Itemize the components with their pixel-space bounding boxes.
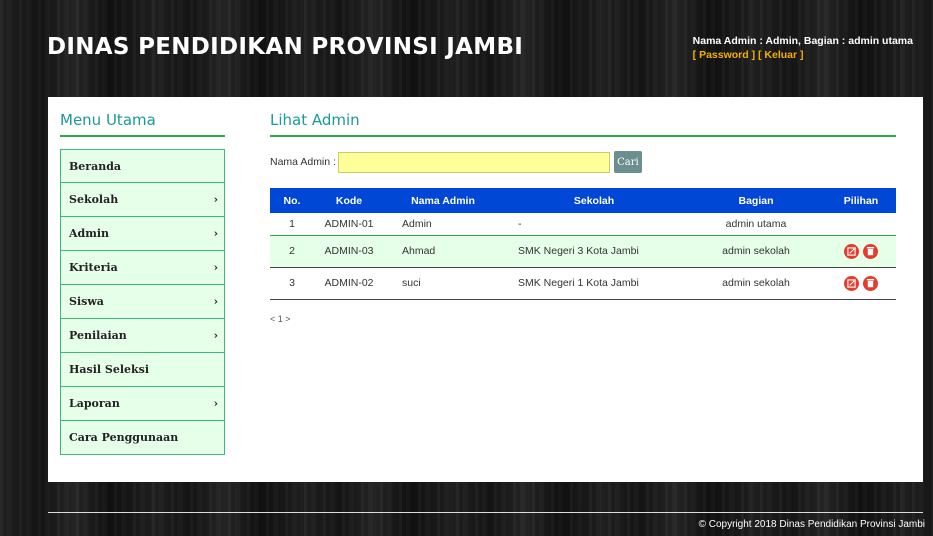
copyright-text: © Copyright 2018 Dinas Pendidikan Provin… xyxy=(698,519,925,530)
cell-pilihan xyxy=(826,267,896,300)
sidebar-item-label: Admin xyxy=(69,227,110,240)
cell-sekolah: SMK Negeri 3 Kota Jambi xyxy=(502,235,686,268)
table-row: 3 ADMIN-02 suci SMK Negeri 1 Kota Jambi … xyxy=(270,267,896,300)
column-header-nama: Nama Admin xyxy=(411,194,475,207)
sidebar-item-kriteria[interactable]: Kriteria › xyxy=(60,251,225,285)
search-button[interactable]: Cari xyxy=(613,151,642,173)
edit-icon[interactable] xyxy=(844,243,859,259)
column-header-sekolah: Sekolah xyxy=(573,194,615,207)
search-input[interactable] xyxy=(337,151,610,173)
cell-bagian: admin utama xyxy=(686,213,826,236)
cell-sekolah: - xyxy=(502,213,686,236)
row-actions xyxy=(844,275,878,291)
sidebar-item-penilaian[interactable]: Penilaian › xyxy=(60,319,225,353)
cell-no: 3 xyxy=(270,267,314,300)
main-content: Lihat Admin Nama Admin : Cari No. Kode N… xyxy=(270,111,896,324)
sidebar-item-label: Kriteria xyxy=(69,261,118,274)
password-link[interactable]: [ Password ] xyxy=(693,49,755,61)
sidebar-item-hasil-seleksi[interactable]: Hasil Seleksi xyxy=(60,353,225,387)
column-header-bagian: Bagian xyxy=(738,194,774,207)
cell-kode: ADMIN-01 xyxy=(314,213,384,236)
footer-divider xyxy=(48,512,923,513)
sidebar: Menu Utama Beranda Sekolah › Admin › Kri… xyxy=(60,111,225,455)
row-actions xyxy=(844,243,878,259)
page-title: Lihat Admin xyxy=(270,111,896,137)
search-form: Nama Admin : Cari xyxy=(270,151,896,173)
cell-pilihan xyxy=(826,213,896,236)
table-row: 1 ADMIN-01 Admin - admin utama xyxy=(270,213,896,236)
chevron-right-icon: › xyxy=(213,329,218,342)
table-row: 2 ADMIN-03 Ahmad SMK Negeri 3 Kota Jambi… xyxy=(270,235,896,268)
edit-icon[interactable] xyxy=(844,275,859,291)
sidebar-item-label: Siswa xyxy=(69,295,104,308)
cell-bagian: admin sekolah xyxy=(686,235,826,268)
search-label: Nama Admin : xyxy=(270,156,336,168)
chevron-right-icon: › xyxy=(213,261,218,274)
chevron-right-icon: › xyxy=(213,227,218,240)
cell-pilihan xyxy=(826,235,896,268)
sidebar-item-cara-penggunaan[interactable]: Cara Penggunaan xyxy=(60,421,225,455)
admin-info-text: Nama Admin : Admin, Bagian : admin utama xyxy=(692,35,913,47)
pagination[interactable]: < 1 > xyxy=(270,314,896,324)
cell-no: 1 xyxy=(270,213,314,236)
sidebar-item-admin[interactable]: Admin › xyxy=(60,217,225,251)
sidebar-item-label: Penilaian xyxy=(69,329,127,342)
chevron-right-icon: › xyxy=(213,193,218,206)
content-panel: Menu Utama Beranda Sekolah › Admin › Kri… xyxy=(48,97,923,482)
cell-nama: Ahmad xyxy=(384,235,502,268)
cell-nama: suci xyxy=(384,267,502,300)
chevron-right-icon: › xyxy=(213,295,218,308)
site-title: DINAS PENDIDIKAN PROVINSI JAMBI xyxy=(47,34,524,60)
admin-table: No. Kode Nama Admin Sekolah Bagian Pilih… xyxy=(270,188,896,300)
sidebar-item-siswa[interactable]: Siswa › xyxy=(60,285,225,319)
sidebar-item-label: Cara Penggunaan xyxy=(69,431,179,444)
sidebar-item-label: Hasil Seleksi xyxy=(69,363,150,376)
chevron-right-icon: › xyxy=(213,397,218,410)
cell-bagian: admin sekolah xyxy=(686,267,826,300)
delete-icon[interactable] xyxy=(863,275,878,291)
cell-nama: Admin xyxy=(384,213,502,236)
sidebar-item-sekolah[interactable]: Sekolah › xyxy=(60,183,225,217)
header-links: [ Password ] [ Keluar ] xyxy=(693,49,913,61)
sidebar-item-beranda[interactable]: Beranda xyxy=(60,149,225,183)
cell-kode: ADMIN-03 xyxy=(314,235,384,268)
admin-info: Nama Admin : Admin, Bagian : admin utama… xyxy=(693,35,913,61)
cell-kode: ADMIN-02 xyxy=(314,267,384,300)
column-header-no: No. xyxy=(283,194,301,207)
column-header-pilihan: Pilihan xyxy=(843,194,879,207)
delete-icon[interactable] xyxy=(863,243,878,259)
sidebar-menu: Beranda Sekolah › Admin › Kriteria › Sis… xyxy=(60,149,225,455)
sidebar-item-label: Sekolah xyxy=(69,193,119,206)
cell-sekolah: SMK Negeri 1 Kota Jambi xyxy=(502,267,686,300)
column-header-kode: Kode xyxy=(335,194,363,207)
sidebar-item-laporan[interactable]: Laporan › xyxy=(60,387,225,421)
table-header-row: No. Kode Nama Admin Sekolah Bagian Pilih… xyxy=(270,188,896,213)
logout-link[interactable]: [ Keluar ] xyxy=(758,49,804,61)
cell-no: 2 xyxy=(270,235,314,268)
sidebar-item-label: Beranda xyxy=(69,160,122,173)
sidebar-item-label: Laporan xyxy=(69,397,120,410)
sidebar-title: Menu Utama xyxy=(60,111,225,137)
